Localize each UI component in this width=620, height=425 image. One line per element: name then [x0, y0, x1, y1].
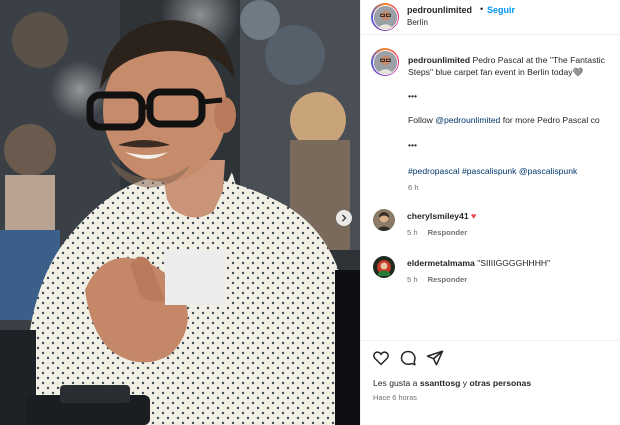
comment-username[interactable]: cherylsmiley41: [407, 211, 469, 221]
comment-icon[interactable]: [399, 349, 417, 367]
post-timestamp[interactable]: Hace 6 horas: [373, 393, 417, 402]
comment-timestamp[interactable]: 5 h: [407, 228, 418, 237]
likes-prefix: Les gusta a: [373, 378, 420, 388]
hashtag-link[interactable]: #pedropascal: [408, 166, 460, 176]
caption-username[interactable]: pedrounlimited: [408, 55, 470, 65]
reply-button[interactable]: Responder: [428, 275, 468, 284]
caption-text: Pedro Pascal at the "The Fantastic: [470, 55, 605, 65]
comment-avatar[interactable]: [373, 209, 395, 231]
likes-user-link[interactable]: ssanttosg: [420, 378, 461, 388]
likes-middle: y: [460, 378, 470, 388]
caption-line-1: pedrounlimited Pedro Pascal at the "The …: [408, 54, 620, 67]
author-avatar-image: [373, 5, 397, 29]
instagram-post-viewer: pedrounlimited • Seguir Berlín pedrounli…: [0, 0, 620, 425]
likes-summary: Les gusta a ssanttosg y otras personas: [373, 378, 531, 388]
follow-button[interactable]: Seguir: [487, 5, 515, 15]
heart-outline-icon[interactable]: [372, 349, 390, 367]
post-location[interactable]: Berlín: [407, 18, 428, 27]
reply-button[interactable]: Responder: [428, 228, 468, 237]
caption-follow-prefix: Follow: [408, 115, 436, 125]
caption-avatar-image: [373, 50, 397, 74]
comment-avatar[interactable]: [373, 256, 395, 278]
caption-author-avatar[interactable]: [371, 48, 399, 76]
caption-dots-1: •••: [408, 91, 418, 101]
share-icon[interactable]: [426, 349, 444, 367]
post-photo-illustration: [0, 0, 360, 425]
comment-meta: 5 h Responder: [407, 275, 477, 284]
comment-timestamp[interactable]: 5 h: [407, 275, 418, 284]
author-username[interactable]: pedrounlimited: [407, 5, 472, 15]
caption-text-2: Steps" blue carpet fan event in Berlin t…: [408, 67, 573, 77]
comment-text: "SIIIIGGGGHHHH": [477, 258, 551, 268]
caption-timestamp[interactable]: 6 h: [408, 183, 419, 192]
post-actions: Les gusta a ssanttosg y otras personas H…: [361, 340, 620, 425]
caption-follow-suffix: for more Pedro Pascal co: [500, 115, 600, 125]
carousel-next-button[interactable]: [336, 210, 352, 226]
post-photo[interactable]: [0, 0, 360, 425]
grey-heart-emoji: 🩶: [572, 67, 584, 77]
caption-line-2: Steps" blue carpet fan event in Berlin t…: [408, 67, 620, 78]
caption-mention-link[interactable]: @pedrounlimited: [435, 115, 500, 125]
separator-dot: •: [480, 4, 484, 14]
mention-link[interactable]: @pascalispunk: [519, 166, 577, 176]
commenter-avatar-image: [373, 256, 395, 278]
hashtag-link[interactable]: #pascalispunk: [462, 166, 516, 176]
author-avatar[interactable]: [371, 3, 399, 31]
caption-dots-2: •••: [408, 140, 418, 150]
comment-row: eldermetalmama "SIIIIGGGGHHHH": [407, 258, 550, 268]
red-heart-emoji: ♥: [471, 211, 477, 221]
comment-meta: 5 h Responder: [407, 228, 477, 237]
post-header: pedrounlimited • Seguir Berlín: [361, 0, 620, 35]
caption-follow-line: Follow @pedrounlimited for more Pedro Pa…: [408, 115, 620, 125]
comment-username[interactable]: eldermetalmama: [407, 258, 475, 268]
comment-row: cherylsmiley41 ♥: [407, 211, 476, 221]
caption-hashtags: #pedropascal #pascalispunk @pascalispunk: [408, 166, 620, 176]
likes-others-link[interactable]: otras personas: [470, 378, 532, 388]
chevron-right-icon: [341, 214, 347, 222]
post-side-panel: pedrounlimited • Seguir Berlín pedrounli…: [360, 0, 620, 425]
commenter-avatar-image: [373, 209, 395, 231]
